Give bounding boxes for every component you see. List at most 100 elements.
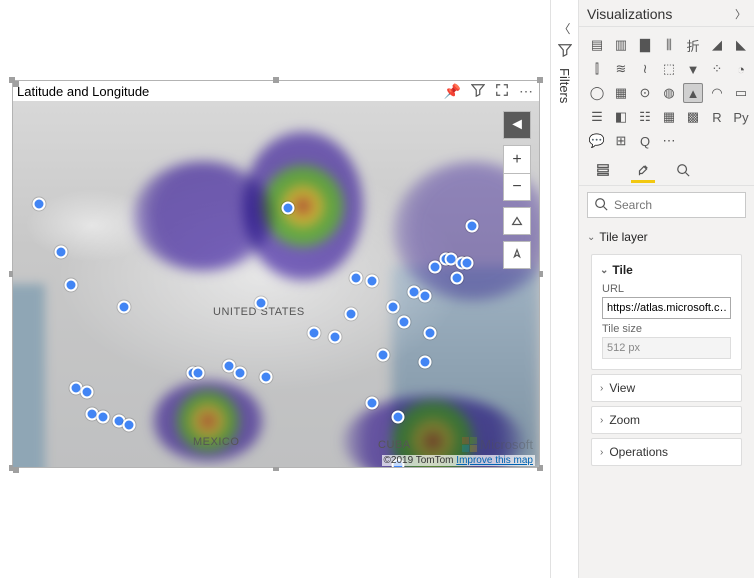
- viz-type-line[interactable]: 折: [683, 35, 703, 55]
- viz-type-clustered-column[interactable]: ⫼: [659, 35, 679, 55]
- data-point[interactable]: [461, 256, 474, 269]
- data-point[interactable]: [65, 279, 78, 292]
- data-point[interactable]: [96, 411, 109, 424]
- viz-type-line-clustered[interactable]: ⫿: [587, 59, 607, 79]
- pin-icon[interactable]: 📌: [444, 83, 461, 100]
- data-point[interactable]: [281, 201, 294, 214]
- filters-pane-collapsed[interactable]: 〈 Filters: [550, 0, 578, 578]
- viz-type-more[interactable]: ⋯: [659, 131, 679, 151]
- zoom-section[interactable]: › Zoom: [591, 406, 742, 434]
- data-point[interactable]: [376, 348, 389, 361]
- data-point[interactable]: [117, 301, 130, 314]
- visual-header-tools: 📌 ⋯: [444, 83, 539, 100]
- viz-type-scatter[interactable]: ⁘: [707, 59, 727, 79]
- viz-type-gauge[interactable]: ◠: [707, 83, 727, 103]
- resize-handle[interactable]: [273, 77, 279, 83]
- collapse-panel-icon[interactable]: 〉: [735, 6, 746, 22]
- data-point[interactable]: [123, 418, 136, 431]
- data-point[interactable]: [255, 297, 268, 310]
- viz-type-filled-map[interactable]: ◍: [659, 83, 679, 103]
- viz-type-q-and-a[interactable]: Q: [635, 131, 655, 151]
- chevron-right-icon: ›: [600, 415, 603, 426]
- viz-type-r-visual[interactable]: R: [707, 107, 727, 127]
- pitch-button[interactable]: [503, 207, 531, 235]
- viz-type-funnel[interactable]: ▼: [683, 59, 703, 79]
- expand-filters-icon[interactable]: 〈: [558, 20, 570, 37]
- filter-icon[interactable]: [471, 83, 485, 100]
- data-point[interactable]: [191, 367, 204, 380]
- more-options-icon[interactable]: ⋯: [519, 83, 533, 100]
- report-canvas[interactable]: Latitude and Longitude 📌 ⋯ UNITED STATES…: [0, 0, 550, 578]
- fields-tab[interactable]: [591, 159, 615, 183]
- data-point[interactable]: [397, 315, 410, 328]
- data-point[interactable]: [387, 301, 400, 314]
- viz-type-stacked-column[interactable]: ▇: [635, 35, 655, 55]
- viz-type-area[interactable]: ◢: [707, 35, 727, 55]
- data-point[interactable]: [418, 356, 431, 369]
- zoom-in-button[interactable]: +: [503, 145, 531, 173]
- resize-handle[interactable]: [9, 77, 15, 83]
- data-point[interactable]: [234, 367, 247, 380]
- search-input[interactable]: [614, 198, 754, 212]
- data-point[interactable]: [450, 271, 463, 284]
- tile-layer-section[interactable]: ⌄ Tile layer: [585, 224, 748, 250]
- data-point[interactable]: [366, 275, 379, 288]
- data-point[interactable]: [260, 371, 273, 384]
- compass-button[interactable]: [503, 241, 531, 269]
- viz-type-key-influencers[interactable]: 💬: [587, 131, 607, 151]
- viz-type-card[interactable]: ▭: [731, 83, 751, 103]
- operations-section[interactable]: › Operations: [591, 438, 742, 466]
- visual-header: Latitude and Longitude 📌 ⋯: [13, 81, 539, 101]
- viz-type-stacked-area[interactable]: ◣: [731, 35, 751, 55]
- map-visual[interactable]: Latitude and Longitude 📌 ⋯ UNITED STATES…: [12, 80, 540, 468]
- viz-type-matrix[interactable]: ▩: [683, 107, 703, 127]
- url-input[interactable]: [602, 297, 731, 319]
- viz-type-clustered-bar[interactable]: ▥: [611, 35, 631, 55]
- viz-type-table[interactable]: ▦: [659, 107, 679, 127]
- viz-type-ribbon[interactable]: ≀: [635, 59, 655, 79]
- viz-type-line-stacked[interactable]: ≋: [611, 59, 631, 79]
- data-point[interactable]: [80, 385, 93, 398]
- zoom-out-button[interactable]: −: [503, 173, 531, 201]
- viz-type-stacked-bar[interactable]: ▤: [587, 35, 607, 55]
- data-point[interactable]: [418, 290, 431, 303]
- data-point[interactable]: [466, 220, 479, 233]
- viz-type-multi-row-card[interactable]: ☰: [587, 107, 607, 127]
- viz-type-donut[interactable]: ◯: [587, 83, 607, 103]
- viz-type-slicer[interactable]: ☷: [635, 107, 655, 127]
- data-point[interactable]: [350, 271, 363, 284]
- resize-handle[interactable]: [537, 77, 543, 83]
- visualization-type-grid: ▤▥▇⫼折◢◣⫿≋≀⬚▼⁘◔◯▦⊙◍▲◠▭☰◧☷▦▩RPy💬⊞Q⋯: [579, 27, 754, 155]
- data-point[interactable]: [392, 411, 405, 424]
- data-point[interactable]: [366, 396, 379, 409]
- map-area[interactable]: UNITED STATES MEXICO CUBA ◄ + − Microsof…: [13, 101, 539, 467]
- viz-type-azure-map[interactable]: ▲: [683, 83, 703, 103]
- analytics-tab[interactable]: [671, 159, 695, 183]
- focus-mode-icon[interactable]: [495, 83, 509, 100]
- viz-type-kpi[interactable]: ◧: [611, 107, 631, 127]
- data-point[interactable]: [307, 326, 320, 339]
- viz-type-decomposition-tree[interactable]: ⊞: [611, 131, 631, 151]
- viz-type-waterfall[interactable]: ⬚: [659, 59, 679, 79]
- data-point[interactable]: [54, 245, 67, 258]
- format-tab[interactable]: [631, 159, 655, 183]
- tile-size-label: Tile size: [602, 323, 731, 335]
- data-point[interactable]: [344, 308, 357, 321]
- filters-icon: [558, 43, 572, 62]
- filters-label: Filters: [557, 68, 572, 103]
- tile-subsection[interactable]: ⌄ Tile: [592, 257, 741, 281]
- data-point[interactable]: [424, 326, 437, 339]
- chevron-down-icon: ⌄: [600, 265, 608, 276]
- viz-type-python-visual[interactable]: Py: [731, 107, 751, 127]
- view-section[interactable]: › View: [591, 374, 742, 402]
- improve-map-link[interactable]: Improve this map: [456, 455, 533, 466]
- data-point[interactable]: [329, 330, 342, 343]
- viz-type-map[interactable]: ⊙: [635, 83, 655, 103]
- locate-button[interactable]: ◄: [503, 111, 531, 139]
- radar-overlay: [153, 381, 263, 461]
- viz-type-treemap[interactable]: ▦: [611, 83, 631, 103]
- radar-overlay: [133, 161, 273, 271]
- search-box[interactable]: [587, 192, 746, 218]
- data-point[interactable]: [33, 198, 46, 211]
- viz-type-pie[interactable]: ◔: [731, 59, 751, 79]
